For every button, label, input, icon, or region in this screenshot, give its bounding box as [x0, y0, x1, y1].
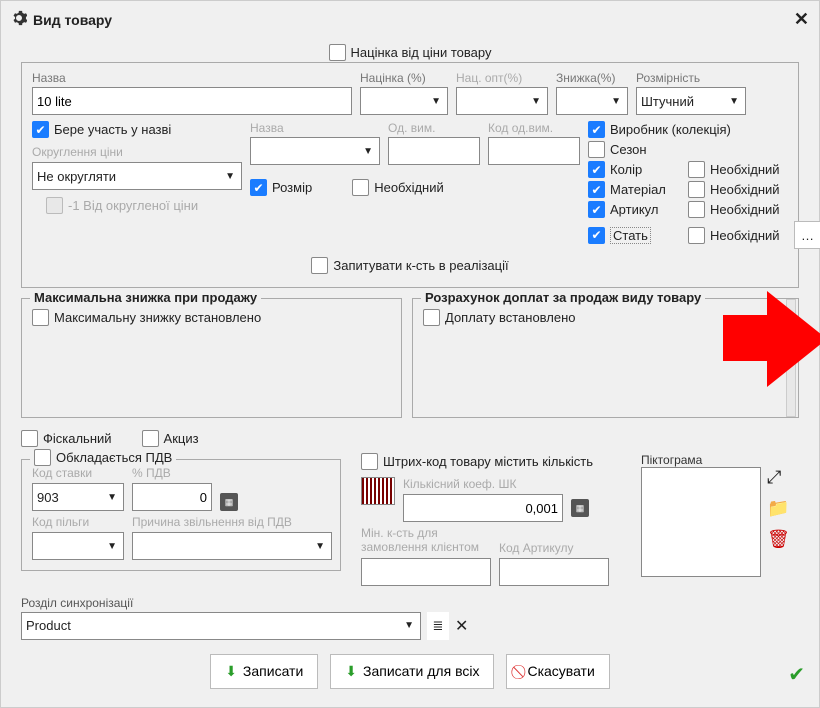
sync-section-select[interactable]: Product▼: [21, 612, 421, 640]
excise-checkbox[interactable]: Акциз: [142, 430, 199, 447]
chevron-down-icon: ▼: [107, 492, 117, 503]
name-input[interactable]: [32, 87, 352, 115]
color-required-checkbox[interactable]: Необхідний: [688, 161, 780, 178]
calculator-icon[interactable]: ▦: [220, 493, 238, 511]
dimension-label: Розмірність: [636, 71, 746, 85]
size-checkbox[interactable]: ✔Розмір: [250, 179, 312, 196]
wholesale-pct-label: Нац. опт(%): [456, 71, 548, 85]
more-button[interactable]: …: [794, 221, 820, 249]
pct-vat-label: % ПДВ: [132, 466, 212, 480]
barcode-icon: [361, 477, 395, 505]
unit-code-label: Код од.вим.: [488, 121, 580, 135]
chevron-down-icon: ▼: [611, 96, 621, 107]
article-required-checkbox[interactable]: Необхідний: [688, 201, 780, 218]
min-qty-input[interactable]: [361, 558, 491, 586]
take-part-name-checkbox[interactable]: ✔Бере участь у назві: [32, 121, 242, 138]
color-checkbox[interactable]: ✔Колір: [588, 161, 674, 178]
season-checkbox[interactable]: Сезон: [588, 141, 820, 158]
markup-pct-label: Націнка (%): [360, 71, 448, 85]
discount-pct-label: Знижка(%): [556, 71, 628, 85]
exempt-reason-select[interactable]: ▼: [132, 532, 332, 560]
rate-code-label: Код ставки: [32, 466, 124, 480]
trash-icon[interactable]: 🗑: [767, 529, 790, 550]
article-code-input[interactable]: [499, 558, 609, 586]
window-title: Вид товару: [33, 12, 112, 28]
unit-code-input[interactable]: [488, 137, 580, 165]
name-label: Назва: [32, 71, 352, 85]
pct-vat-input[interactable]: [132, 483, 212, 511]
required-checkbox[interactable]: Необхідний: [352, 179, 444, 196]
calculator-icon[interactable]: ▦: [571, 499, 589, 517]
dimension-select[interactable]: Штучний▼: [636, 87, 746, 115]
min-qty-label: Мін. к-сть для замовлення клієнтом: [361, 526, 491, 555]
download-icon: ⬇: [225, 663, 237, 680]
chevron-down-icon: ▼: [729, 96, 739, 107]
sync-section-label: Розділ синхронізації: [21, 596, 799, 610]
save-button[interactable]: ⬇ Записати: [210, 654, 318, 689]
manufacturer-checkbox[interactable]: ✔Виробник (колекція): [588, 121, 820, 138]
gender-required-checkbox[interactable]: Необхідний: [688, 227, 780, 244]
chevron-down-icon: ▼: [404, 620, 414, 631]
list-icon[interactable]: ≣: [427, 612, 449, 640]
name2-select[interactable]: ▼: [250, 137, 380, 165]
chevron-down-icon: ▼: [315, 541, 325, 552]
expand-icon[interactable]: ⤢: [767, 467, 790, 488]
chevron-down-icon: ▼: [225, 171, 235, 182]
chevron-down-icon: ▼: [431, 96, 441, 107]
rounding-select[interactable]: Не округляти▼: [32, 162, 242, 190]
wholesale-pct-select[interactable]: ▼: [456, 87, 548, 115]
save-all-button[interactable]: ⬇ Записати для всіх: [330, 654, 494, 689]
material-required-checkbox[interactable]: Необхідний: [688, 181, 780, 198]
benefit-code-label: Код пільги: [32, 515, 124, 529]
markup-from-price-label: Націнка від ціни товару: [351, 45, 492, 60]
fiscal-checkbox[interactable]: Фіскальний: [21, 430, 112, 447]
download-icon: ⬇: [345, 663, 357, 680]
max-discount-set-checkbox[interactable]: Максимальну знижку встановлено: [32, 309, 261, 326]
article-code-label: Код Артикулу: [499, 541, 609, 555]
unit-label: Од. вим.: [388, 121, 480, 135]
chevron-down-icon: ▼: [363, 146, 373, 157]
surcharge-set-checkbox[interactable]: Доплату встановлено: [423, 309, 576, 326]
vat-apply-checkbox[interactable]: Обкладається ПДВ: [30, 449, 176, 466]
qty-coef-label: Кількісний коеф. ШК: [403, 477, 621, 491]
unit-input[interactable]: [388, 137, 480, 165]
chevron-down-icon: ▼: [107, 541, 117, 552]
minus1-rounded-checkbox: -1 Від округленої ціни: [46, 197, 242, 214]
surcharge-title: Розрахунок доплат за продаж виду товару: [421, 290, 705, 305]
max-discount-title: Максимальна знижка при продажу: [30, 290, 261, 305]
chevron-down-icon: ▼: [531, 96, 541, 107]
benefit-code-select[interactable]: ▼: [32, 532, 124, 560]
pictogram-label: Піктограма: [641, 453, 799, 467]
exempt-reason-label: Причина звільнення від ПДВ: [132, 515, 332, 529]
clear-icon[interactable]: ✕: [455, 616, 468, 636]
article-checkbox[interactable]: ✔Артикул: [588, 201, 674, 218]
markup-from-price-checkbox[interactable]: Націнка від ціни товару: [329, 44, 492, 61]
close-icon[interactable]: ✕: [794, 9, 809, 30]
gear-icon: [11, 10, 27, 29]
gender-checkbox[interactable]: ✔Стать: [588, 227, 674, 244]
markup-pct-select[interactable]: ▼: [360, 87, 448, 115]
material-checkbox[interactable]: ✔Матеріал: [588, 181, 674, 198]
rounding-label: Округлення ціни: [32, 145, 242, 159]
name2-label: Назва: [250, 121, 380, 135]
check-icon[interactable]: ✔: [788, 662, 805, 687]
discount-pct-select[interactable]: ▼: [556, 87, 628, 115]
pictogram-box: [641, 467, 761, 577]
folder-icon[interactable]: 📁: [767, 498, 790, 519]
ask-qty-checkbox[interactable]: Запитувати к-сть в реалізації: [311, 257, 508, 274]
rate-code-select[interactable]: 903▼: [32, 483, 124, 511]
cancel-button[interactable]: ⃠ Скасувати: [506, 654, 609, 689]
qty-coef-input[interactable]: [403, 494, 563, 522]
barcode-contains-qty-checkbox[interactable]: Штрих-код товару містить кількість: [361, 453, 593, 470]
